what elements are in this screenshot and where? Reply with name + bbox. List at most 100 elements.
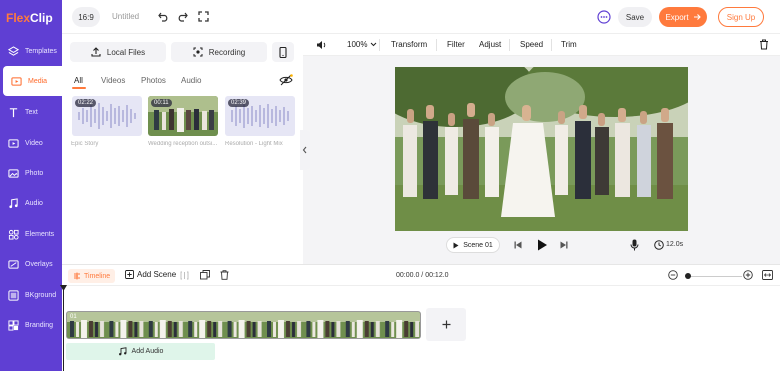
timeline-clip[interactable]: 01 (66, 311, 421, 339)
add-scene-button[interactable]: Add Scene (125, 270, 176, 279)
trash-icon[interactable] (220, 270, 229, 280)
divider (509, 39, 510, 51)
media-item-title: Resolution - Light Mix (225, 141, 283, 147)
media-item-audio[interactable]: 02:22 (72, 96, 142, 136)
elements-icon (7, 228, 19, 240)
timeline-icon (73, 272, 81, 280)
wedding-video-frame (395, 67, 688, 231)
sidebar-item-branding[interactable]: Branding (0, 310, 62, 340)
adjust-button[interactable]: Adjust (479, 40, 501, 49)
sidebar-item-text[interactable]: Text (0, 97, 62, 127)
sidebar-item-photo[interactable]: Photo (0, 158, 62, 188)
undo-icon[interactable] (158, 11, 170, 22)
sidebar-item-audio[interactable]: Audio (0, 188, 62, 218)
background-icon (7, 289, 19, 301)
sidebar-item-label: Overlays (25, 260, 53, 268)
sidebar-item-media[interactable]: Media (3, 66, 62, 96)
filter-button[interactable]: Filter (447, 40, 465, 49)
zoom-in-icon[interactable] (743, 270, 753, 280)
save-button[interactable]: Save (618, 7, 652, 27)
local-files-button[interactable]: Local Files (70, 42, 166, 62)
video-preview[interactable] (395, 67, 688, 231)
folder-icon (10, 75, 22, 87)
media-item-video[interactable]: 00:11 (148, 96, 218, 136)
sidebar-item-elements[interactable]: Elements (0, 219, 62, 249)
aspect-ratio-button[interactable]: 16:9 (72, 7, 100, 27)
plus-icon (442, 320, 451, 329)
chevron-left-icon (302, 146, 307, 154)
tab-photos[interactable]: Photos (141, 76, 166, 85)
media-panel: Local Files Recording All Videos Photos … (62, 34, 303, 264)
arrow-right-icon (693, 13, 701, 21)
split-icon[interactable] (180, 271, 189, 280)
divider (436, 39, 437, 51)
sidebar-item-label: Media (28, 77, 48, 85)
active-tab-indicator (72, 87, 86, 89)
speed-button[interactable]: Speed (520, 40, 543, 49)
tab-all[interactable]: All (74, 76, 83, 85)
sidebar-item-label: Templates (25, 47, 57, 55)
sidebar: Flex Clip Templates Media Text Video Phot… (0, 0, 62, 371)
media-item-audio[interactable]: 02:39 (225, 96, 295, 136)
duration-badge: 02:39 (228, 99, 250, 107)
duplicate-icon[interactable] (200, 270, 210, 280)
project-title[interactable]: Untitled (112, 12, 139, 21)
tab-videos[interactable]: Videos (101, 76, 125, 85)
divider (551, 39, 552, 51)
overlays-icon (7, 258, 19, 270)
export-button[interactable]: Export (659, 7, 707, 27)
redo-icon[interactable] (176, 11, 188, 22)
hide-icon[interactable] (279, 74, 293, 86)
timeline-toolbar: Timeline Add Scene 00:00.0 / 00:12.0 (62, 264, 780, 286)
sign-up-button[interactable]: Sign Up (718, 7, 764, 27)
text-icon (7, 106, 19, 118)
phone-icon (279, 46, 287, 58)
add-clip-button[interactable] (426, 308, 466, 341)
flexclip-logo[interactable]: Flex Clip (6, 10, 58, 26)
layers-icon (7, 45, 19, 57)
divider (379, 39, 380, 51)
skip-forward-icon[interactable] (560, 241, 568, 249)
skip-back-icon[interactable] (514, 241, 522, 249)
zoom-out-icon[interactable] (668, 270, 678, 280)
sidebar-item-label: Video (25, 139, 43, 147)
zoom-slider-track[interactable] (686, 276, 742, 277)
chat-icon[interactable] (597, 10, 611, 24)
trash-icon[interactable] (759, 39, 769, 50)
transform-button[interactable]: Transform (391, 40, 427, 49)
sidebar-item-templates[interactable]: Templates (0, 36, 62, 66)
fullscreen-icon[interactable] (198, 11, 209, 22)
sidebar-item-overlays[interactable]: Overlays (0, 249, 62, 279)
record-icon (193, 47, 203, 57)
fit-timeline-icon[interactable] (762, 270, 773, 280)
collapse-panel-handle[interactable] (300, 130, 310, 170)
upload-icon (91, 47, 101, 57)
sidebar-item-label: Elements (25, 230, 55, 238)
play-icon (453, 242, 459, 249)
microphone-icon[interactable] (630, 239, 639, 251)
sidebar-item-bkground[interactable]: BKground (0, 280, 62, 310)
music-icon (7, 197, 19, 209)
mobile-upload-button[interactable] (272, 42, 294, 62)
tab-audio[interactable]: Audio (181, 76, 201, 85)
clock-icon (654, 240, 664, 250)
zoom-slider-handle[interactable] (685, 273, 691, 279)
media-item-title: Wedding reception outsi... (148, 141, 218, 147)
zoom-select[interactable]: 100% (347, 40, 377, 49)
timeline-tab[interactable]: Timeline (68, 269, 116, 283)
volume-icon[interactable] (316, 40, 327, 50)
trim-button[interactable]: Trim (561, 40, 577, 49)
scene-duration[interactable]: 12.0s (666, 241, 683, 248)
add-audio-button[interactable]: Add Audio (66, 343, 215, 360)
clip-filmstrip (67, 312, 420, 338)
play-icon[interactable] (537, 239, 548, 251)
music-icon (118, 347, 127, 356)
recording-button[interactable]: Recording (171, 42, 267, 62)
sidebar-item-label: Photo (25, 169, 44, 177)
video-icon (7, 137, 19, 149)
sidebar-item-video[interactable]: Video (0, 128, 62, 158)
scene-play-button[interactable]: Scene 01 (446, 237, 500, 253)
sidebar-item-label: BKground (25, 291, 57, 299)
playhead[interactable] (63, 286, 64, 371)
media-item-title: Epic Story (71, 141, 99, 147)
